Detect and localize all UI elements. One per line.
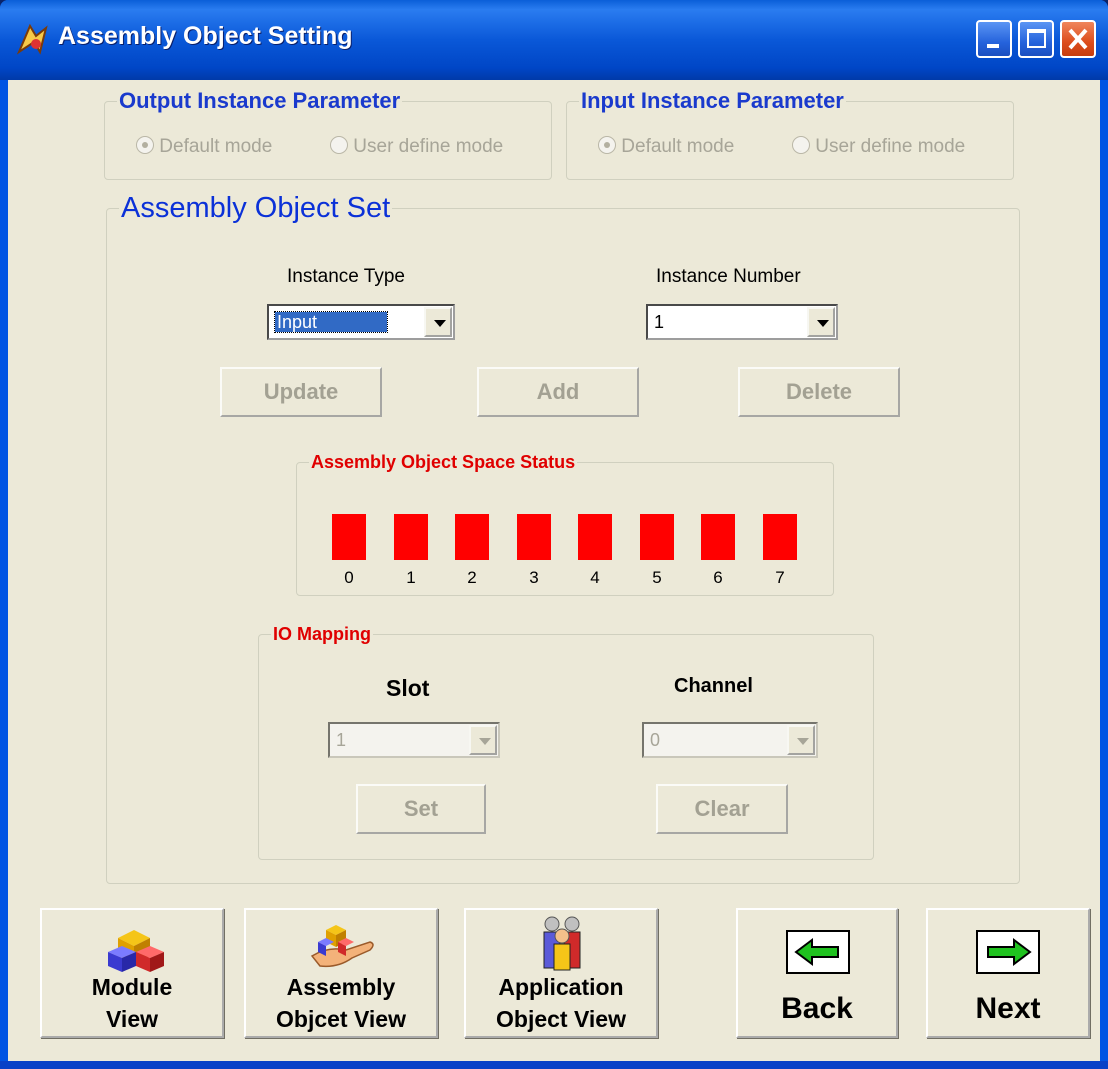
slot-label: Slot	[386, 675, 430, 701]
maximize-button[interactable]	[1018, 20, 1054, 58]
space-status-block	[701, 514, 735, 560]
back-label: Back	[781, 992, 853, 1025]
radio-selected-icon	[136, 136, 154, 154]
radio-selected-icon	[598, 136, 616, 154]
maximize-icon	[1027, 29, 1046, 48]
window-title: Assembly Object Setting	[58, 22, 353, 50]
input-user-define-mode-label: User define mode	[815, 136, 966, 157]
space-status-block	[517, 514, 551, 560]
clear-button[interactable]: Clear	[656, 784, 788, 834]
space-status-number: 1	[406, 568, 416, 587]
back-button[interactable]: Back	[736, 908, 898, 1038]
io-mapping-legend: IO Mapping	[273, 624, 371, 644]
assembly-object-set-legend: Assembly Object Set	[121, 192, 391, 224]
space-status-number: 6	[713, 568, 723, 587]
module-view-line2: View	[106, 1006, 158, 1032]
space-status-block	[640, 514, 674, 560]
output-instance-legend: Output Instance Parameter	[119, 88, 401, 113]
assembly-object-setting-window: Assembly Object Setting Output Instance …	[0, 0, 1108, 1069]
application-object-view-button[interactable]: Application Object View	[464, 908, 658, 1038]
instance-number-label: Instance Number	[656, 266, 801, 287]
instance-number-select[interactable]: 1	[646, 304, 838, 340]
close-button[interactable]	[1060, 20, 1096, 58]
instance-type-select[interactable]: Input	[267, 304, 455, 340]
title-bar[interactable]: Assembly Object Setting	[0, 0, 1108, 80]
output-instance-group: Output Instance Parameter	[104, 88, 552, 180]
space-status-block	[578, 514, 612, 560]
next-label: Next	[975, 992, 1041, 1025]
output-default-mode-label: Default mode	[159, 136, 273, 157]
update-button[interactable]: Update	[220, 367, 382, 417]
radio-unselected-icon	[792, 136, 810, 154]
space-status-number: 3	[529, 568, 539, 587]
module-cubes-icon	[108, 930, 164, 972]
output-user-define-mode-label: User define mode	[353, 136, 504, 157]
module-view-button[interactable]: Module View	[40, 908, 224, 1038]
instance-type-label: Instance Type	[287, 266, 405, 287]
space-status-block	[394, 514, 428, 560]
space-status-block	[763, 514, 797, 560]
delete-button[interactable]: Delete	[738, 367, 900, 417]
space-status-number: 0	[344, 568, 354, 587]
module-view-line1: Module	[91, 974, 173, 1000]
input-instance-legend: Input Instance Parameter	[581, 88, 844, 113]
arrow-right-icon	[976, 930, 1040, 974]
space-status-block	[455, 514, 489, 560]
chevron-down-icon[interactable]	[469, 725, 497, 755]
output-user-define-mode-radio[interactable]: User define mode	[330, 136, 503, 158]
instance-type-value: Input	[273, 311, 389, 333]
minimize-button[interactable]	[976, 20, 1012, 58]
input-user-define-mode-radio[interactable]: User define mode	[792, 136, 965, 158]
set-button[interactable]: Set	[356, 784, 486, 834]
slot-select[interactable]: 1	[328, 722, 500, 758]
instance-number-value: 1	[654, 312, 665, 332]
arrow-left-icon	[786, 930, 850, 974]
minimize-icon	[987, 44, 999, 48]
assembly-hand-icon	[310, 925, 374, 968]
add-button[interactable]: Add	[477, 367, 639, 417]
assembly-view-line1: Assembly	[286, 974, 396, 1000]
next-button[interactable]: Next	[926, 908, 1090, 1038]
channel-select[interactable]: 0	[642, 722, 818, 758]
assembly-view-line2: Objcet View	[276, 1006, 406, 1032]
output-default-mode-radio[interactable]: Default mode	[136, 136, 272, 158]
application-view-line2: Object View	[496, 1006, 626, 1032]
space-status-block	[332, 514, 366, 560]
input-default-mode-label: Default mode	[621, 136, 735, 157]
space-status-number: 2	[467, 568, 477, 587]
space-status-number: 5	[652, 568, 662, 587]
window-bottom-border	[0, 1061, 1108, 1069]
chevron-down-icon[interactable]	[807, 307, 835, 337]
assembly-object-view-button[interactable]: Assembly Objcet View	[244, 908, 438, 1038]
chevron-down-icon[interactable]	[424, 307, 452, 337]
input-instance-group: Input Instance Parameter	[566, 88, 1014, 180]
close-icon	[1068, 28, 1088, 50]
input-default-mode-radio[interactable]: Default mode	[598, 136, 734, 158]
app-icon	[16, 23, 48, 55]
application-view-line1: Application	[498, 974, 624, 1000]
slot-value: 1	[336, 730, 347, 750]
chevron-down-icon[interactable]	[787, 725, 815, 755]
space-status-legend: Assembly Object Space Status	[311, 452, 576, 472]
space-status-number: 4	[590, 568, 600, 587]
radio-unselected-icon	[330, 136, 348, 154]
space-status-group: Assembly Object Space Status	[296, 452, 834, 596]
channel-label: Channel	[674, 675, 753, 697]
space-status-number: 7	[775, 568, 785, 587]
channel-value: 0	[650, 730, 661, 750]
application-users-icon	[543, 916, 581, 971]
